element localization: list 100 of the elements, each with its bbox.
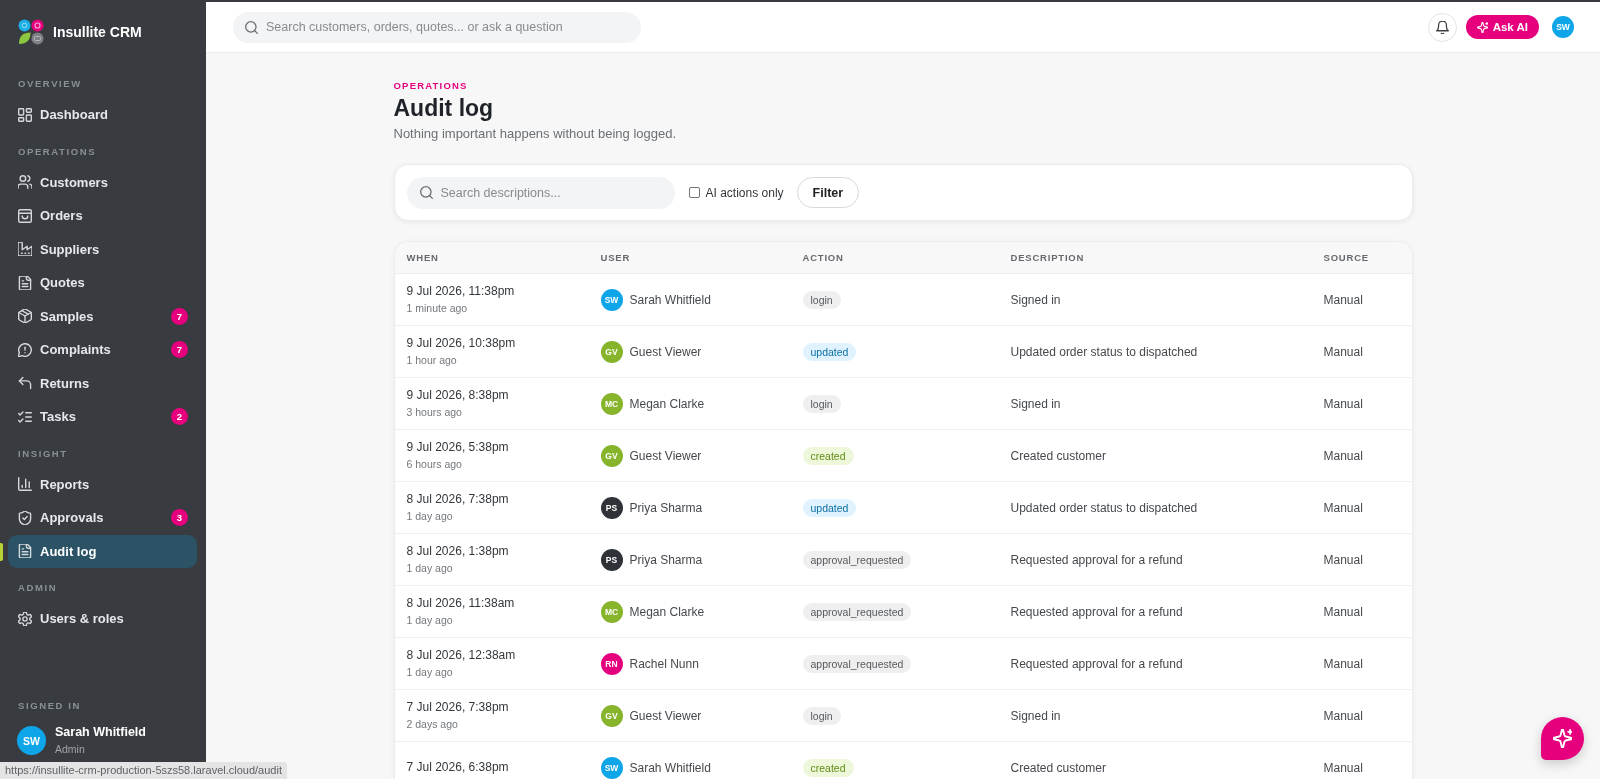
relative-time: 3 hours ago [406,405,463,419]
source-text: Manual [1323,292,1364,307]
notification-count: 2 [171,408,188,426]
page-subtitle: Nothing important happens without being logged. [393,125,678,143]
nav-item[interactable]: Reports [8,467,197,501]
logo-icon [18,19,44,45]
relative-time: 1 day ago [406,509,454,523]
relative-time: 1 day ago [406,561,454,575]
column-header: USER [600,252,632,263]
timestamp: 9 Jul 2026, 8:38pm [406,388,510,403]
section-label: OVERVIEW [17,77,83,91]
user-avatar: MC [600,600,623,623]
user-avatar: MC [600,392,623,415]
timestamp: 7 Jul 2026, 6:38pm [406,760,510,775]
checklist-icon [18,409,32,424]
user-name: Priya Sharma [629,500,703,515]
user-name: Rachel Nunn [629,656,699,671]
description-text: Created customer [1010,760,1107,775]
user-avatar: SW [600,288,623,311]
timestamp: 9 Jul 2026, 11:38pm [406,284,516,299]
user-avatar: RN [600,652,623,675]
user-name: Priya Sharma [629,552,703,567]
user-name: Sarah Whitfield [629,760,711,775]
filter-button[interactable]: Filter [796,177,860,208]
description-text: Created customer [1010,448,1107,463]
user-avatar: PS [600,496,623,519]
notifications-button[interactable] [1427,12,1457,42]
ask-ai-button[interactable]: Ask AI [1465,15,1539,39]
timestamp: 8 Jul 2026, 1:38pm [406,544,510,559]
nav-item[interactable]: Dashboard [8,98,197,132]
sparkle-icon [1476,21,1488,33]
column-header: DESCRIPTION [1010,252,1086,263]
nav-item[interactable]: Tasks 2 [8,400,197,434]
user-avatar: GV [600,704,623,727]
action-tag: approval_requested [802,654,912,673]
timestamp: 9 Jul 2026, 5:38pm [406,440,510,455]
search-icon [245,20,258,34]
ai-assistant-button[interactable] [1541,717,1584,760]
nav-item[interactable]: Customers [8,165,197,199]
notification-count: 7 [171,341,188,359]
relative-time: 1 hour ago [406,353,458,367]
nav-item[interactable]: Approvals 3 [8,501,197,535]
source-text: Manual [1323,344,1364,359]
page-title: Audit log [393,94,495,123]
app-name: Insullite CRM [53,24,142,40]
relative-time: 1 minute ago [406,301,469,315]
notification-count: 7 [171,307,188,325]
timestamp: 8 Jul 2026, 11:38am [406,596,516,611]
user-avatar: SW [600,756,623,779]
description-text: Updated order status to dispatched [1010,344,1199,359]
nav-item[interactable]: Audit log [8,534,197,568]
action-tag: approval_requested [802,550,912,569]
relative-time: 1 day ago [406,665,454,679]
source-text: Manual [1323,500,1364,515]
description-text: Signed in [1010,292,1062,307]
search-field[interactable]: Search descriptions... [406,176,675,209]
section-label: INSIGHT [17,446,69,461]
grid-icon [18,107,32,122]
nav-item[interactable]: Complaints 7 [8,333,197,367]
action-tag: created [802,446,854,465]
timestamp: 8 Jul 2026, 12:38am [406,648,517,663]
action-tag: approval_requested [802,602,912,621]
document-icon [18,544,32,559]
sparkle-icon [1553,729,1572,748]
bell-icon [1435,20,1449,34]
nav-item[interactable]: Users & roles [8,602,197,636]
users-icon [18,175,32,190]
user-name: Sarah Whitfield [629,292,711,307]
section-label: SIGNED IN [17,699,82,713]
action-tag: login [802,706,841,725]
action-tag: created [802,758,854,777]
search-field[interactable]: Search customers, orders, quotes... or ask a question [233,11,641,43]
nav-item[interactable]: Orders [8,199,197,233]
shield-check-icon [18,510,32,525]
relative-time: 1 day ago [406,613,454,627]
description-text: Requested approval for a refund [1010,552,1184,567]
action-tag: updated [802,342,857,361]
nav-item[interactable]: Suppliers [8,232,197,266]
bag-icon [18,208,32,223]
search-icon [419,186,433,199]
column-header: WHEN [406,252,440,263]
status-url: https://insullite-crm-production-5szs58.laravel.cloud/audit [0,762,287,779]
description-text: Requested approval for a refund [1010,604,1184,619]
notification-count: 3 [171,509,188,527]
source-text: Manual [1323,604,1364,619]
nav-item[interactable]: Quotes [8,266,197,300]
action-tag: login [802,290,841,309]
document-icon [18,275,32,290]
checkbox[interactable] [688,187,700,198]
user-avatar: PS [600,548,623,571]
section-label: OPERATIONS [17,144,98,159]
checkbox-label[interactable]: AI actions only [705,185,784,200]
source-text: Manual [1323,396,1364,411]
bar-chart-icon [18,477,32,492]
source-text: Manual [1323,760,1364,775]
column-header: ACTION [802,252,845,263]
undo-arrow-icon [18,376,32,391]
nav-item[interactable]: Samples 7 [8,299,197,333]
box-icon [18,309,32,324]
nav-item[interactable]: Returns [8,366,197,400]
